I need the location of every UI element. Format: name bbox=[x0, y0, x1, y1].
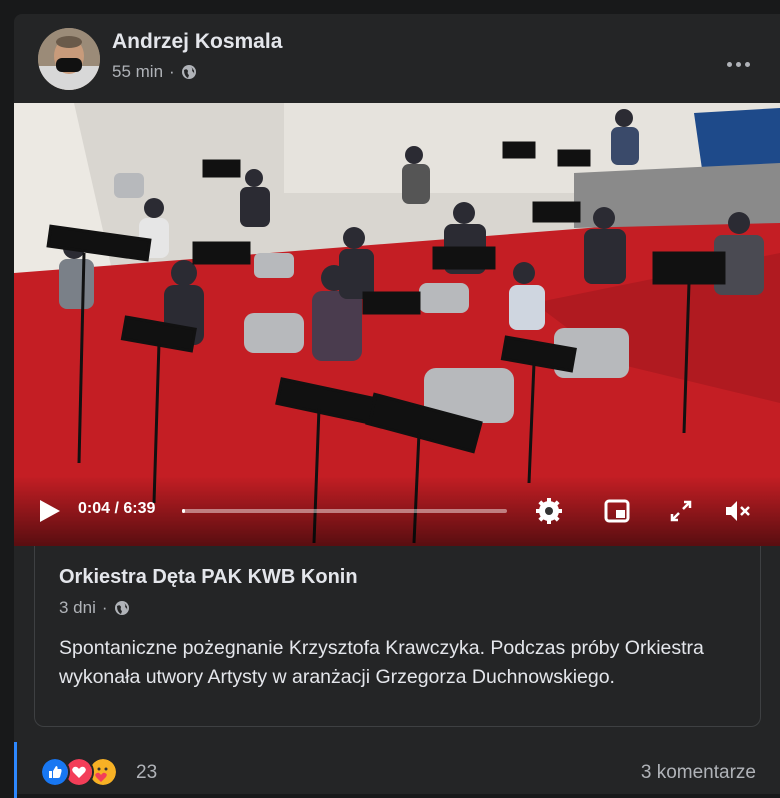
post-card: Andrzej Kosmala 55 min · 0:04 / 6:39 Ork… bbox=[14, 14, 780, 798]
current-time: 0:04 bbox=[78, 500, 111, 517]
shared-meta: 3 dni · bbox=[59, 598, 130, 618]
settings-icon[interactable] bbox=[534, 496, 564, 526]
shared-page-name[interactable]: Orkiestra Dęta PAK KWB Konin bbox=[59, 566, 358, 589]
globe-icon bbox=[114, 601, 129, 615]
reaction-count[interactable]: 23 bbox=[136, 762, 157, 784]
more-horizontal-icon bbox=[726, 61, 732, 67]
progress-fill bbox=[182, 509, 186, 513]
like-icon bbox=[40, 757, 70, 787]
play-icon[interactable] bbox=[36, 498, 62, 524]
shared-post-text: Spontaniczne pożegnanie Krzysztofa Krawc… bbox=[59, 637, 704, 688]
reaction-icons[interactable] bbox=[40, 757, 118, 787]
accent-divider bbox=[14, 742, 17, 798]
duration: 6:39 bbox=[123, 500, 156, 517]
video-player[interactable]: 0:04 / 6:39 bbox=[14, 103, 780, 546]
author-name[interactable]: Andrzej Kosmala bbox=[112, 30, 282, 54]
progress-bar[interactable] bbox=[182, 509, 507, 513]
fullscreen-icon[interactable] bbox=[666, 496, 696, 526]
picture-in-picture-icon[interactable] bbox=[602, 496, 632, 526]
meta-separator: · bbox=[169, 62, 175, 81]
shared-time[interactable]: 3 dni bbox=[59, 598, 96, 618]
meta-separator: · bbox=[101, 598, 108, 617]
post-meta: 55 min · bbox=[112, 62, 197, 82]
post-time[interactable]: 55 min bbox=[112, 62, 163, 82]
shared-post[interactable]: Orkiestra Dęta PAK KWB Konin 3 dni · Spo… bbox=[34, 546, 761, 727]
comments-link[interactable]: 3 komentarze bbox=[641, 762, 756, 784]
more-options-button[interactable] bbox=[720, 46, 756, 82]
video-time: 0:04 / 6:39 bbox=[78, 500, 156, 517]
reactions-bar: 23 3 komentarze bbox=[14, 726, 780, 798]
avatar[interactable] bbox=[38, 28, 100, 90]
volume-muted-icon[interactable] bbox=[722, 496, 752, 526]
globe-icon bbox=[181, 65, 196, 79]
post-header: Andrzej Kosmala 55 min · bbox=[38, 28, 768, 98]
video-controls: 0:04 / 6:39 bbox=[14, 476, 780, 546]
